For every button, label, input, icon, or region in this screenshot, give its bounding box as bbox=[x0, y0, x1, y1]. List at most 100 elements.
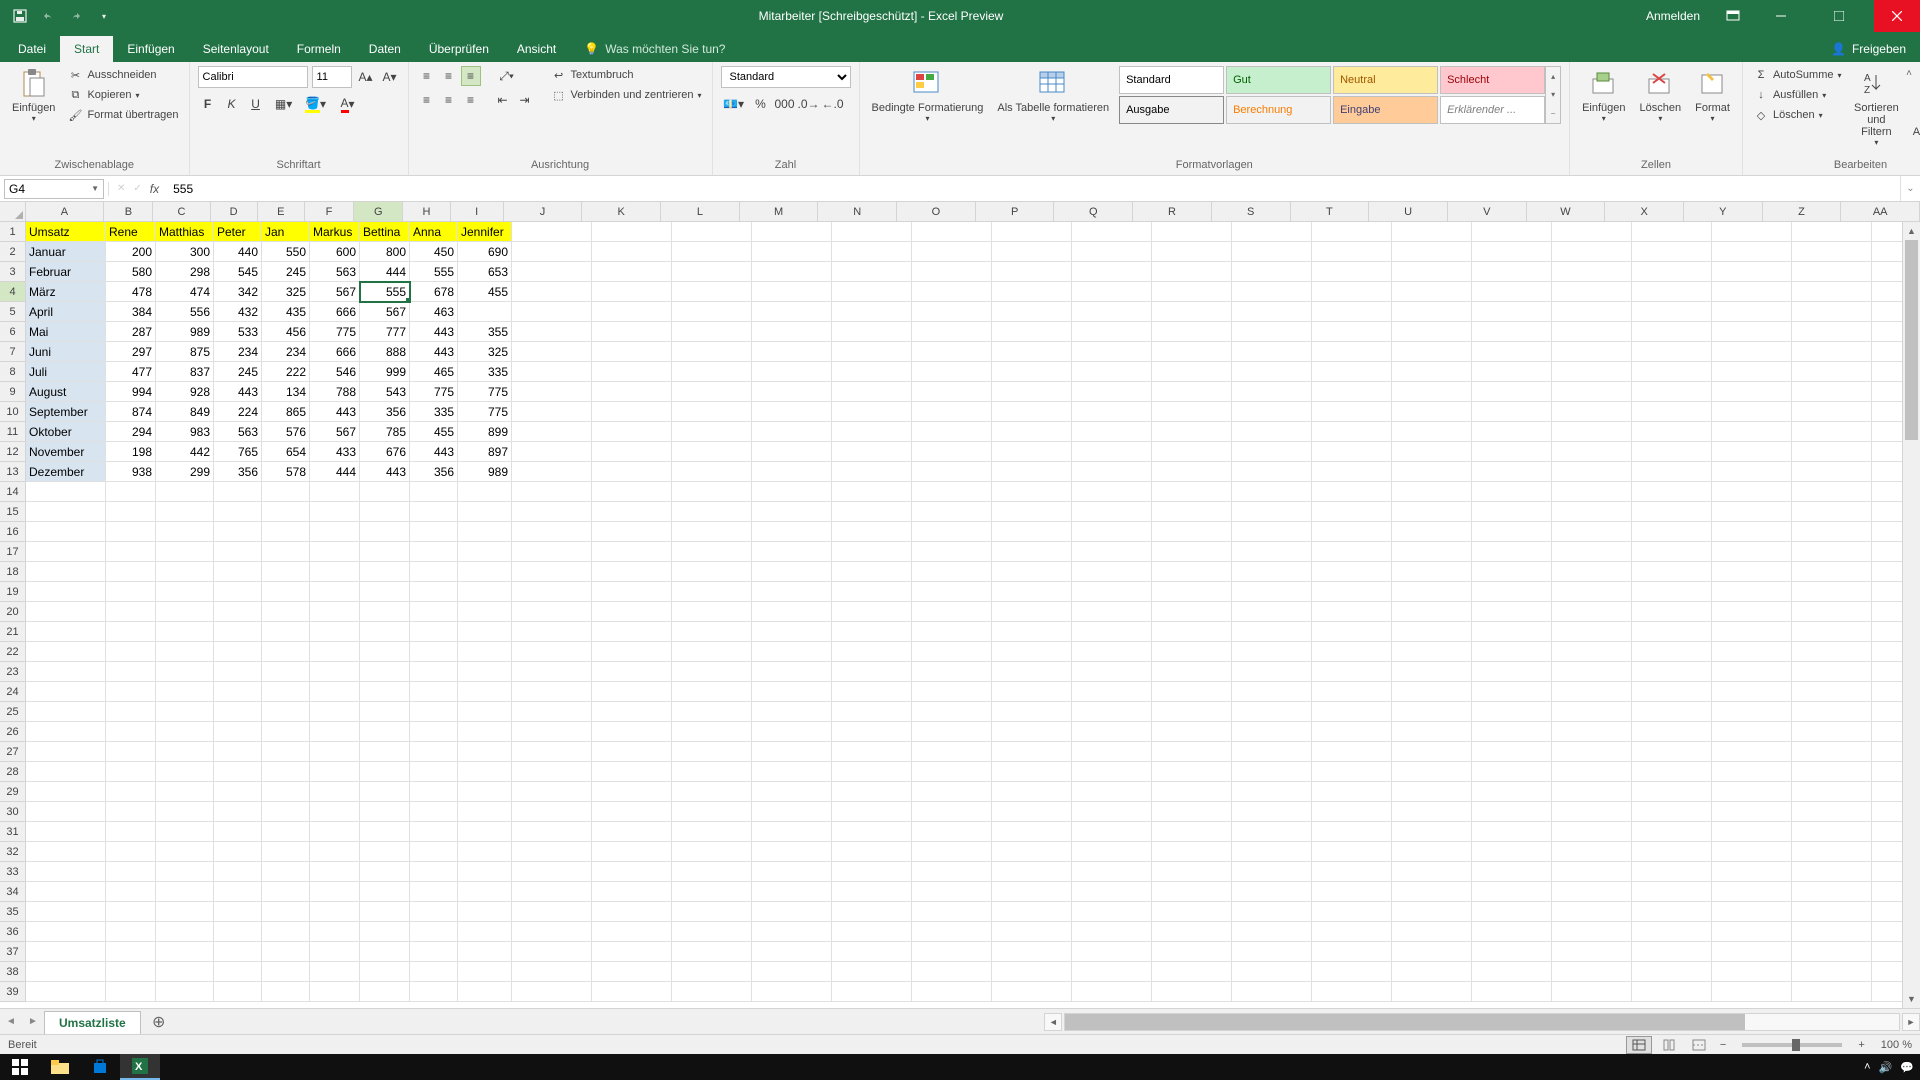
cell[interactable] bbox=[214, 822, 262, 842]
cell[interactable] bbox=[26, 962, 106, 982]
cell[interactable] bbox=[752, 742, 832, 762]
cell[interactable] bbox=[1312, 502, 1392, 522]
cell[interactable] bbox=[458, 962, 512, 982]
cell[interactable] bbox=[214, 842, 262, 862]
cell[interactable] bbox=[1872, 522, 1902, 542]
column-header[interactable]: O bbox=[897, 202, 976, 221]
cell[interactable] bbox=[832, 982, 912, 1002]
cell[interactable] bbox=[1872, 642, 1902, 662]
cell[interactable] bbox=[310, 982, 360, 1002]
cell[interactable] bbox=[1392, 402, 1472, 422]
cell[interactable] bbox=[310, 542, 360, 562]
cell[interactable] bbox=[1392, 322, 1472, 342]
column-header[interactable]: R bbox=[1133, 202, 1212, 221]
cell[interactable] bbox=[1632, 382, 1712, 402]
cell[interactable] bbox=[1472, 442, 1552, 462]
cell[interactable] bbox=[214, 522, 262, 542]
cell[interactable]: 440 bbox=[214, 242, 262, 262]
cell[interactable] bbox=[26, 742, 106, 762]
cell[interactable] bbox=[1472, 302, 1552, 322]
cell[interactable] bbox=[752, 422, 832, 442]
cell[interactable] bbox=[832, 902, 912, 922]
cell[interactable] bbox=[410, 742, 458, 762]
cell[interactable] bbox=[1232, 902, 1312, 922]
enter-formula-icon[interactable]: ✓ bbox=[133, 183, 141, 194]
cell[interactable]: 442 bbox=[156, 442, 214, 462]
cell[interactable] bbox=[1712, 262, 1792, 282]
cell[interactable]: 450 bbox=[410, 242, 458, 262]
cell[interactable]: 443 bbox=[310, 402, 360, 422]
cell[interactable] bbox=[512, 902, 592, 922]
row-header[interactable]: 24 bbox=[0, 682, 26, 702]
cell[interactable] bbox=[592, 822, 672, 842]
cell[interactable] bbox=[1392, 682, 1472, 702]
cell[interactable] bbox=[1712, 662, 1792, 682]
cell[interactable] bbox=[832, 262, 912, 282]
column-header[interactable]: Z bbox=[1763, 202, 1842, 221]
row-header[interactable]: 11 bbox=[0, 422, 26, 442]
formula-input[interactable]: 555 bbox=[167, 182, 1892, 196]
row-header[interactable]: 8 bbox=[0, 362, 26, 382]
cell[interactable] bbox=[156, 842, 214, 862]
cell[interactable] bbox=[1072, 722, 1152, 742]
cell[interactable] bbox=[672, 662, 752, 682]
cell[interactable] bbox=[832, 542, 912, 562]
cell[interactable] bbox=[458, 662, 512, 682]
cell[interactable] bbox=[262, 962, 310, 982]
cell[interactable] bbox=[410, 602, 458, 622]
cell[interactable] bbox=[1232, 362, 1312, 382]
column-header[interactable]: B bbox=[104, 202, 153, 221]
cell[interactable] bbox=[992, 482, 1072, 502]
cell[interactable] bbox=[106, 522, 156, 542]
store-taskbar[interactable] bbox=[80, 1054, 120, 1080]
cell[interactable] bbox=[752, 722, 832, 742]
cell[interactable] bbox=[512, 982, 592, 1002]
cell[interactable]: 666 bbox=[310, 342, 360, 362]
cell[interactable] bbox=[1712, 702, 1792, 722]
cell[interactable] bbox=[1472, 722, 1552, 742]
cell[interactable] bbox=[1632, 762, 1712, 782]
cell[interactable] bbox=[1152, 882, 1232, 902]
cell[interactable] bbox=[410, 882, 458, 902]
cell[interactable] bbox=[1312, 522, 1392, 542]
cell[interactable] bbox=[310, 742, 360, 762]
cell[interactable] bbox=[672, 302, 752, 322]
cell[interactable] bbox=[1712, 302, 1792, 322]
row-header[interactable]: 5 bbox=[0, 302, 26, 322]
cell[interactable] bbox=[992, 322, 1072, 342]
cell[interactable] bbox=[1472, 502, 1552, 522]
row-header[interactable]: 30 bbox=[0, 802, 26, 822]
cell[interactable] bbox=[1152, 582, 1232, 602]
cell[interactable] bbox=[1072, 882, 1152, 902]
cell[interactable] bbox=[214, 802, 262, 822]
cell[interactable] bbox=[832, 862, 912, 882]
tray-volume-icon[interactable]: 🔊 bbox=[1879, 1061, 1893, 1074]
cell[interactable] bbox=[1632, 742, 1712, 762]
cell[interactable] bbox=[106, 662, 156, 682]
cell[interactable] bbox=[1232, 842, 1312, 862]
cell[interactable] bbox=[1152, 822, 1232, 842]
cell[interactable] bbox=[992, 602, 1072, 622]
cell[interactable] bbox=[672, 842, 752, 862]
cell[interactable] bbox=[410, 922, 458, 942]
number-format-select[interactable]: Standard bbox=[721, 66, 851, 88]
cell[interactable]: 785 bbox=[360, 422, 410, 442]
cell[interactable] bbox=[1232, 522, 1312, 542]
row-header[interactable]: 13 bbox=[0, 462, 26, 482]
cell[interactable] bbox=[1792, 642, 1872, 662]
column-header[interactable]: K bbox=[582, 202, 661, 221]
cell[interactable]: 555 bbox=[360, 282, 410, 302]
row-header[interactable]: 12 bbox=[0, 442, 26, 462]
cell[interactable] bbox=[1632, 702, 1712, 722]
cell[interactable] bbox=[592, 742, 672, 762]
start-button[interactable] bbox=[0, 1054, 40, 1080]
cell[interactable]: Januar bbox=[26, 242, 106, 262]
cell[interactable] bbox=[832, 922, 912, 942]
cell[interactable] bbox=[912, 922, 992, 942]
column-header[interactable]: V bbox=[1448, 202, 1527, 221]
cell[interactable] bbox=[992, 402, 1072, 422]
cell[interactable] bbox=[1072, 342, 1152, 362]
cell[interactable] bbox=[360, 842, 410, 862]
cell[interactable]: 342 bbox=[214, 282, 262, 302]
align-top-button[interactable]: ≡ bbox=[417, 66, 437, 86]
